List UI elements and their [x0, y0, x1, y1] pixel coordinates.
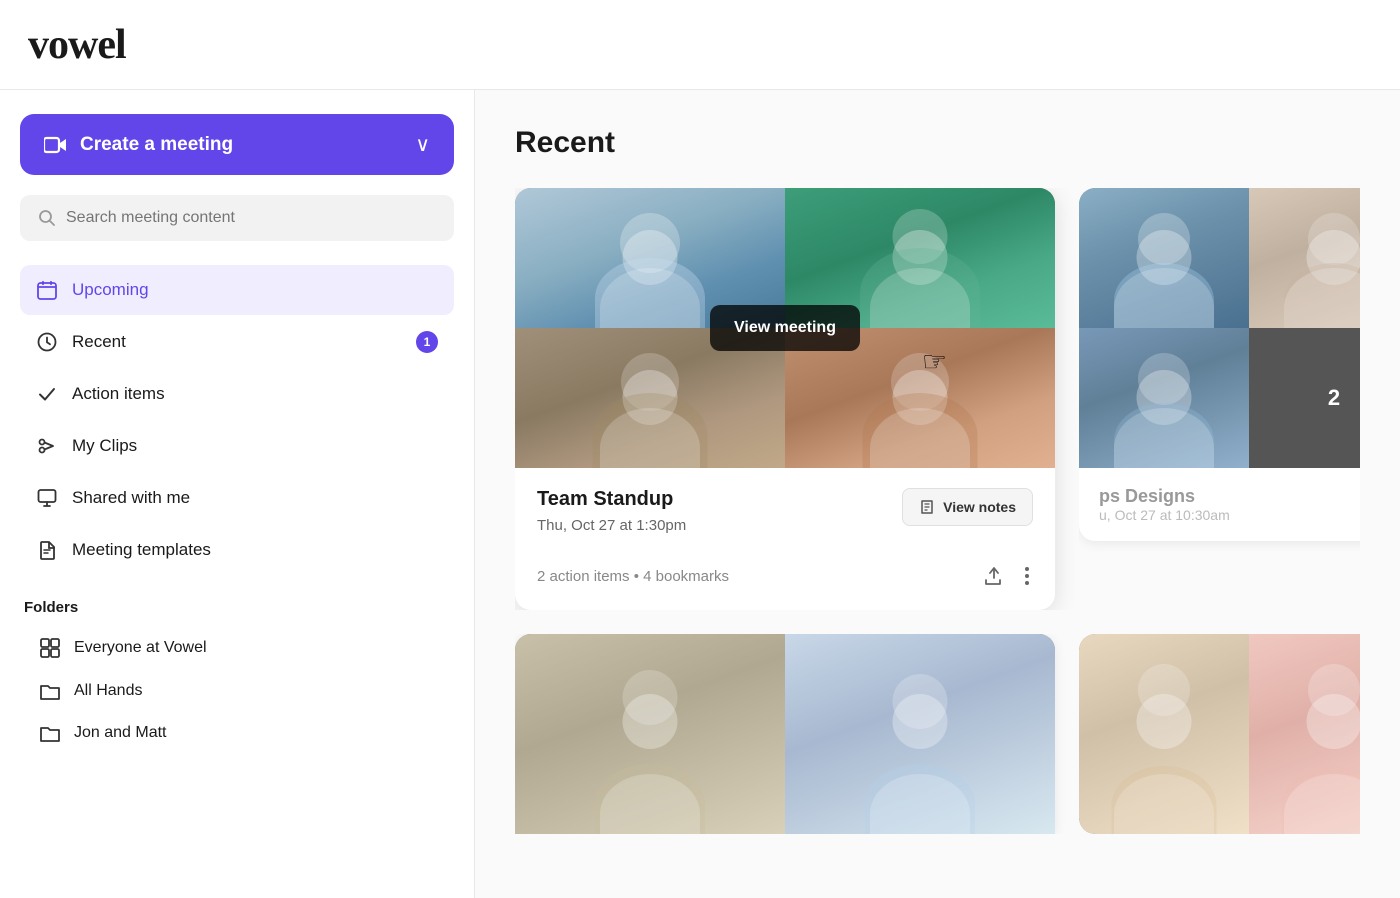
- folders-title: Folders: [24, 599, 454, 616]
- video-thumb-partial-2: [1249, 188, 1360, 328]
- header: vowel: [0, 0, 1400, 90]
- folder-item-all-hands[interactable]: All Hands: [24, 670, 454, 712]
- folder-icon-jon-matt: [40, 724, 60, 742]
- card-title: Team Standup: [537, 488, 686, 511]
- view-notes-label: View notes: [943, 499, 1016, 515]
- card-video-grid: View meeting ☞: [515, 188, 1055, 468]
- sidebar-item-meeting-templates[interactable]: Meeting templates: [20, 525, 454, 575]
- sidebar-item-meeting-templates-label: Meeting templates: [72, 540, 211, 560]
- app-logo: vowel: [28, 21, 126, 69]
- sidebar-item-action-items-label: Action items: [72, 384, 165, 404]
- sidebar-item-my-clips[interactable]: My Clips: [20, 421, 454, 471]
- sidebar-item-recent[interactable]: Recent 1: [20, 317, 454, 367]
- bottom-thumb-3: [1079, 634, 1249, 834]
- chevron-down-icon: ∨: [415, 132, 430, 157]
- folder-everyone-label: Everyone at Vowel: [74, 639, 207, 657]
- card-meta: 2 action items • 4 bookmarks: [537, 568, 729, 585]
- video-thumb-partial-3: [1079, 328, 1249, 468]
- folder-item-everyone[interactable]: Everyone at Vowel: [24, 626, 454, 670]
- meetings-row-2: [515, 634, 1360, 834]
- checkmark-icon: [36, 383, 58, 405]
- sidebar-item-my-clips-label: My Clips: [72, 436, 137, 456]
- folders-section: Folders Everyone at Vowel: [20, 599, 454, 754]
- meeting-card-partial[interactable]: 2 ps Designs u, Oct 27 at 10:30am: [1079, 188, 1360, 610]
- calendar-icon: [36, 279, 58, 301]
- view-notes-button[interactable]: View notes: [902, 488, 1033, 526]
- monitor-icon: [36, 487, 58, 509]
- video-camera-icon: [44, 136, 68, 154]
- meeting-card-bottom-2[interactable]: [1079, 634, 1360, 834]
- bottom-thumb-4: [1249, 634, 1360, 834]
- bottom-card-grid-1: [515, 634, 1055, 834]
- create-meeting-label: Create a meeting: [80, 134, 233, 156]
- search-icon: [38, 209, 56, 227]
- search-bar[interactable]: [20, 195, 454, 241]
- section-title: Recent: [515, 126, 1360, 160]
- folder-jon-matt-label: Jon and Matt: [74, 724, 167, 742]
- folder-all-hands-label: All Hands: [74, 682, 142, 700]
- sidebar-item-upcoming[interactable]: Upcoming: [20, 265, 454, 315]
- card-info-team-standup: Team Standup Thu, Oct 27 at 1:30pm View …: [515, 468, 1055, 610]
- search-input[interactable]: [66, 209, 436, 227]
- sidebar-nav: Upcoming Recent 1: [20, 265, 454, 575]
- card-datetime: Thu, Oct 27 at 1:30pm: [537, 517, 686, 534]
- meetings-row-1: View meeting ☞ Team Standup Thu, Oct 27 …: [515, 188, 1360, 610]
- video-thumb-2: [785, 188, 1055, 328]
- sidebar-item-shared-with-me-label: Shared with me: [72, 488, 190, 508]
- file-icon: [36, 539, 58, 561]
- partial-card-title: ps Designs: [1099, 486, 1360, 507]
- bottom-thumb-2: [785, 634, 1055, 834]
- video-thumb-partial-4: 2: [1249, 328, 1360, 468]
- meeting-card-team-standup[interactable]: View meeting ☞ Team Standup Thu, Oct 27 …: [515, 188, 1055, 610]
- sidebar-item-action-items[interactable]: Action items: [20, 369, 454, 419]
- folder-item-jon-and-matt[interactable]: Jon and Matt: [24, 712, 454, 754]
- card-video-grid-partial: 2: [1079, 188, 1360, 468]
- recent-badge: 1: [416, 331, 438, 353]
- partial-card-datetime: u, Oct 27 at 10:30am: [1099, 507, 1360, 523]
- sidebar-item-recent-label: Recent: [72, 332, 126, 352]
- grid-icon: [40, 638, 60, 658]
- video-thumb-partial-1: [1079, 188, 1249, 328]
- more-options-button[interactable]: [1021, 563, 1033, 589]
- bottom-card-grid-2: [1079, 634, 1360, 834]
- bottom-thumb-1: [515, 634, 785, 834]
- sidebar-item-shared-with-me[interactable]: Shared with me: [20, 473, 454, 523]
- meeting-card-bottom-1[interactable]: [515, 634, 1055, 834]
- share-button[interactable]: [979, 562, 1007, 590]
- partial-card-info: ps Designs u, Oct 27 at 10:30am: [1079, 468, 1360, 541]
- scissors-icon: [36, 435, 58, 457]
- overflow-count-badge: 2: [1328, 385, 1340, 411]
- video-thumb-3: [515, 328, 785, 468]
- main-layout: Create a meeting ∨: [0, 90, 1400, 898]
- main-content: Recent: [475, 90, 1400, 898]
- sidebar: Create a meeting ∨: [0, 90, 475, 898]
- video-thumb-4: [785, 328, 1055, 468]
- card-actions: [979, 562, 1033, 590]
- clock-icon: [36, 331, 58, 353]
- sidebar-item-upcoming-label: Upcoming: [72, 280, 149, 300]
- folder-icon-all-hands: [40, 682, 60, 700]
- create-meeting-button[interactable]: Create a meeting ∨: [20, 114, 454, 175]
- video-thumb-1: [515, 188, 785, 328]
- logo-text: vowel: [28, 22, 126, 68]
